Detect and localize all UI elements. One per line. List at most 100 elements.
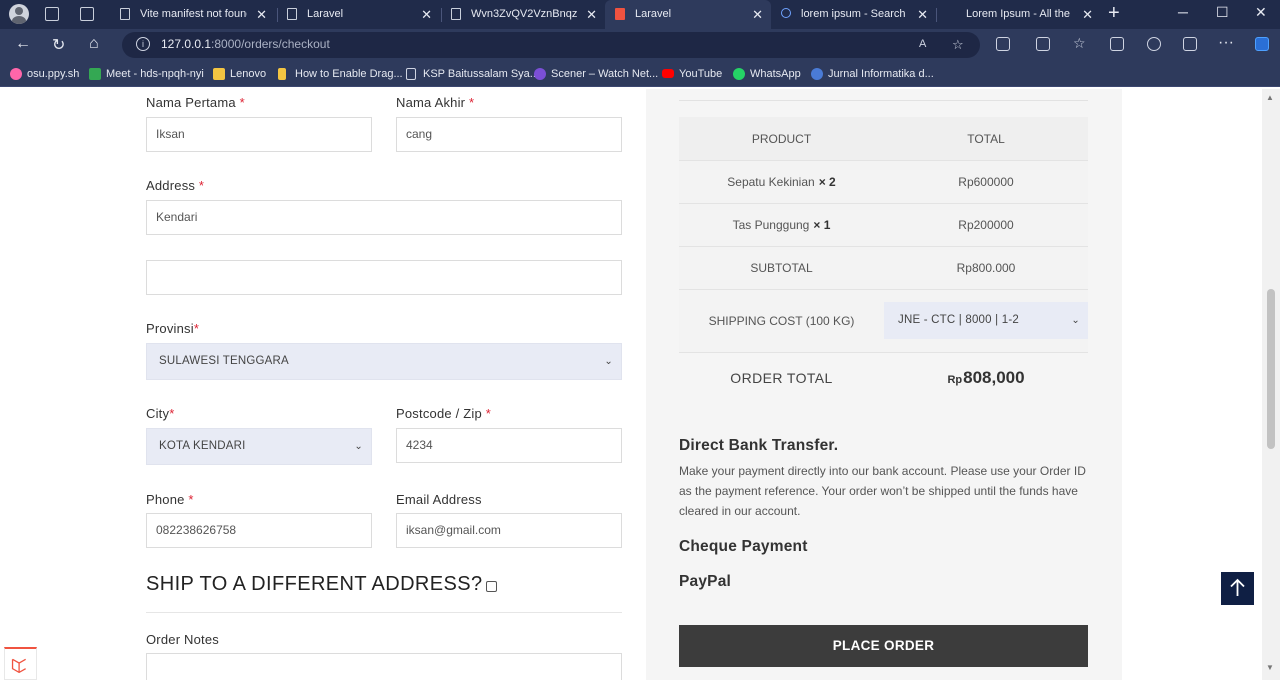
chevron-down-icon: ⌄	[604, 356, 613, 367]
back-to-top-button[interactable]	[1221, 572, 1254, 605]
workspaces-icon[interactable]	[45, 7, 59, 21]
search-icon	[781, 8, 791, 18]
scener-icon	[534, 68, 546, 80]
required-mark: *	[193, 321, 200, 336]
page-scrollbar[interactable]: ▲ ▼	[1262, 89, 1280, 680]
tab-title: Vite manifest not found a	[140, 8, 247, 20]
address-label: Address *	[146, 178, 204, 193]
item-total: Rp600000	[958, 175, 1014, 189]
subtotal-value: Rp800.000	[956, 261, 1016, 275]
required-mark: *	[469, 95, 475, 110]
tab-laravel-1[interactable]: Laravel ✕	[277, 0, 440, 29]
order-total-label: ORDER TOTAL	[730, 370, 833, 386]
email-input[interactable]: iksan@gmail.com	[396, 513, 622, 548]
order-summary-panel: PRODUCT TOTAL Sepatu Kekinian × 2 Rp60000…	[646, 89, 1122, 680]
favorite-star-icon[interactable]: ☆	[952, 38, 966, 52]
bookmark-label: WhatsApp	[750, 68, 801, 80]
more-menu-button[interactable]: ···	[1218, 34, 1234, 52]
tab-close-icon[interactable]: ✕	[752, 0, 763, 29]
order-total-amount: 808,000	[963, 368, 1025, 387]
osu-icon	[10, 68, 22, 80]
address-input[interactable]: Kendari	[146, 200, 622, 235]
city-label: City*	[146, 406, 174, 421]
label-text: Nama Pertama	[146, 95, 236, 110]
site-info-icon[interactable]: i	[136, 37, 150, 51]
first-name-input[interactable]: Iksan	[146, 117, 372, 152]
phone-input[interactable]: 082238626758	[146, 513, 372, 548]
tab-close-icon[interactable]: ✕	[1082, 0, 1093, 29]
laravel-logo-icon	[615, 8, 625, 20]
tab-lorem-ipsum[interactable]: Lorem Ipsum - All the fac ✕	[936, 0, 1101, 29]
tab-wvn3[interactable]: Wvn3ZvQV2VznBnqzZxIE ✕	[441, 0, 605, 29]
collections-icon[interactable]	[1110, 37, 1124, 51]
split-screen-icon[interactable]	[1036, 37, 1050, 51]
bookmarks-bar: osu.ppy.sh Meet - hds-npqh-nyi Lenovo Ho…	[0, 61, 1280, 87]
url-path: :8000/orders/checkout	[211, 37, 330, 51]
copilot-icon[interactable]	[1255, 37, 1269, 51]
last-name-input[interactable]: cang	[396, 117, 622, 152]
new-tab-button[interactable]: +	[1108, 2, 1120, 25]
address-line2-input[interactable]	[146, 260, 622, 295]
tab-close-icon[interactable]: ✕	[917, 0, 928, 29]
refresh-button[interactable]: ↻	[52, 35, 65, 55]
bookmark-label: Scener – Watch Net...	[551, 68, 659, 80]
shipping-select[interactable]: JNE - CTC | 8000 | 1-2 ⌄	[884, 302, 1088, 339]
tab-actions-icon[interactable]	[80, 7, 94, 21]
tab-laravel-active[interactable]: Laravel ✕	[605, 0, 771, 29]
read-aloud-icon[interactable]: A	[919, 38, 933, 52]
phone-label: Phone *	[146, 492, 194, 507]
minimize-button[interactable]: ─	[1178, 4, 1188, 20]
tab-close-icon[interactable]: ✕	[256, 0, 267, 29]
scroll-up-icon[interactable]: ▲	[1266, 93, 1274, 102]
browser-essentials-icon[interactable]	[1183, 37, 1197, 51]
postcode-input[interactable]: 4234	[396, 428, 622, 463]
scrollbar-thumb[interactable]	[1267, 289, 1275, 449]
tab-close-icon[interactable]: ✕	[586, 0, 597, 29]
chevron-down-icon: ⌄	[354, 441, 363, 452]
label-text: City	[146, 406, 170, 421]
label-text: Nama Akhir	[396, 95, 466, 110]
payment-cheque[interactable]: Cheque Payment	[679, 538, 808, 556]
currency-prefix: Rp	[947, 374, 963, 386]
label-text: Address	[146, 178, 196, 193]
close-window-button[interactable]: ✕	[1255, 4, 1267, 21]
performance-icon[interactable]	[1147, 37, 1161, 51]
item-qty: × 1	[813, 218, 831, 232]
bookmark-site-icon	[278, 68, 286, 80]
order-total-row: ORDER TOTAL Rp 808,000	[679, 353, 1088, 403]
order-notes-textarea[interactable]	[146, 653, 622, 680]
bookmark-label: osu.ppy.sh	[27, 68, 80, 80]
payment-bank-transfer[interactable]: Direct Bank Transfer.	[679, 437, 838, 455]
province-select[interactable]: SULAWESI TENGGARA ⌄	[146, 343, 622, 380]
address-bar[interactable]: i 127.0.0.1:8000/orders/checkout A ☆	[122, 32, 980, 58]
laravel-logo-icon	[11, 658, 26, 674]
city-value: KOTA KENDARI	[159, 440, 246, 452]
home-button[interactable]: ⌂	[89, 35, 99, 53]
scroll-down-icon[interactable]: ▼	[1266, 663, 1274, 672]
back-button[interactable]: ←	[15, 35, 31, 53]
url-host: 127.0.0.1	[161, 37, 212, 51]
laravel-debug-badge[interactable]	[4, 647, 37, 680]
page-icon	[120, 8, 130, 20]
bookmark-label: KSP Baitussalam Sya...	[423, 68, 539, 80]
ship-different-checkbox[interactable]	[486, 581, 497, 592]
page-viewport: Nama Pertama * Iksan Nama Akhir * cang A…	[4, 89, 1262, 680]
payment-paypal[interactable]: PayPal	[679, 573, 731, 591]
tab-lorem-search[interactable]: lorem ipsum - Search ✕	[771, 0, 936, 29]
required-mark: *	[198, 178, 205, 193]
tab-title: Wvn3ZvQV2VznBnqzZxIE	[471, 8, 577, 20]
extensions-icon[interactable]	[996, 37, 1010, 51]
subtotal-row: SUBTOTAL Rp800.000	[679, 247, 1088, 290]
tab-close-icon[interactable]: ✕	[421, 0, 432, 29]
tab-title: lorem ipsum - Search	[801, 8, 906, 20]
whatsapp-icon	[733, 68, 745, 80]
order-notes-label: Order Notes	[146, 632, 220, 647]
city-select[interactable]: KOTA KENDARI ⌄	[146, 428, 372, 465]
tab-vite-manifest[interactable]: Vite manifest not found a ✕	[110, 0, 275, 29]
column-header-product: PRODUCT	[751, 131, 812, 146]
favorites-icon[interactable]: ☆	[1073, 36, 1087, 51]
maximize-button[interactable]: ☐	[1216, 4, 1229, 21]
profile-avatar-icon[interactable]	[9, 4, 29, 24]
place-order-button[interactable]: PLACE ORDER	[679, 625, 1088, 667]
shipping-row: SHIPPING COST (100 KG) JNE - CTC | 8000 …	[679, 290, 1088, 353]
